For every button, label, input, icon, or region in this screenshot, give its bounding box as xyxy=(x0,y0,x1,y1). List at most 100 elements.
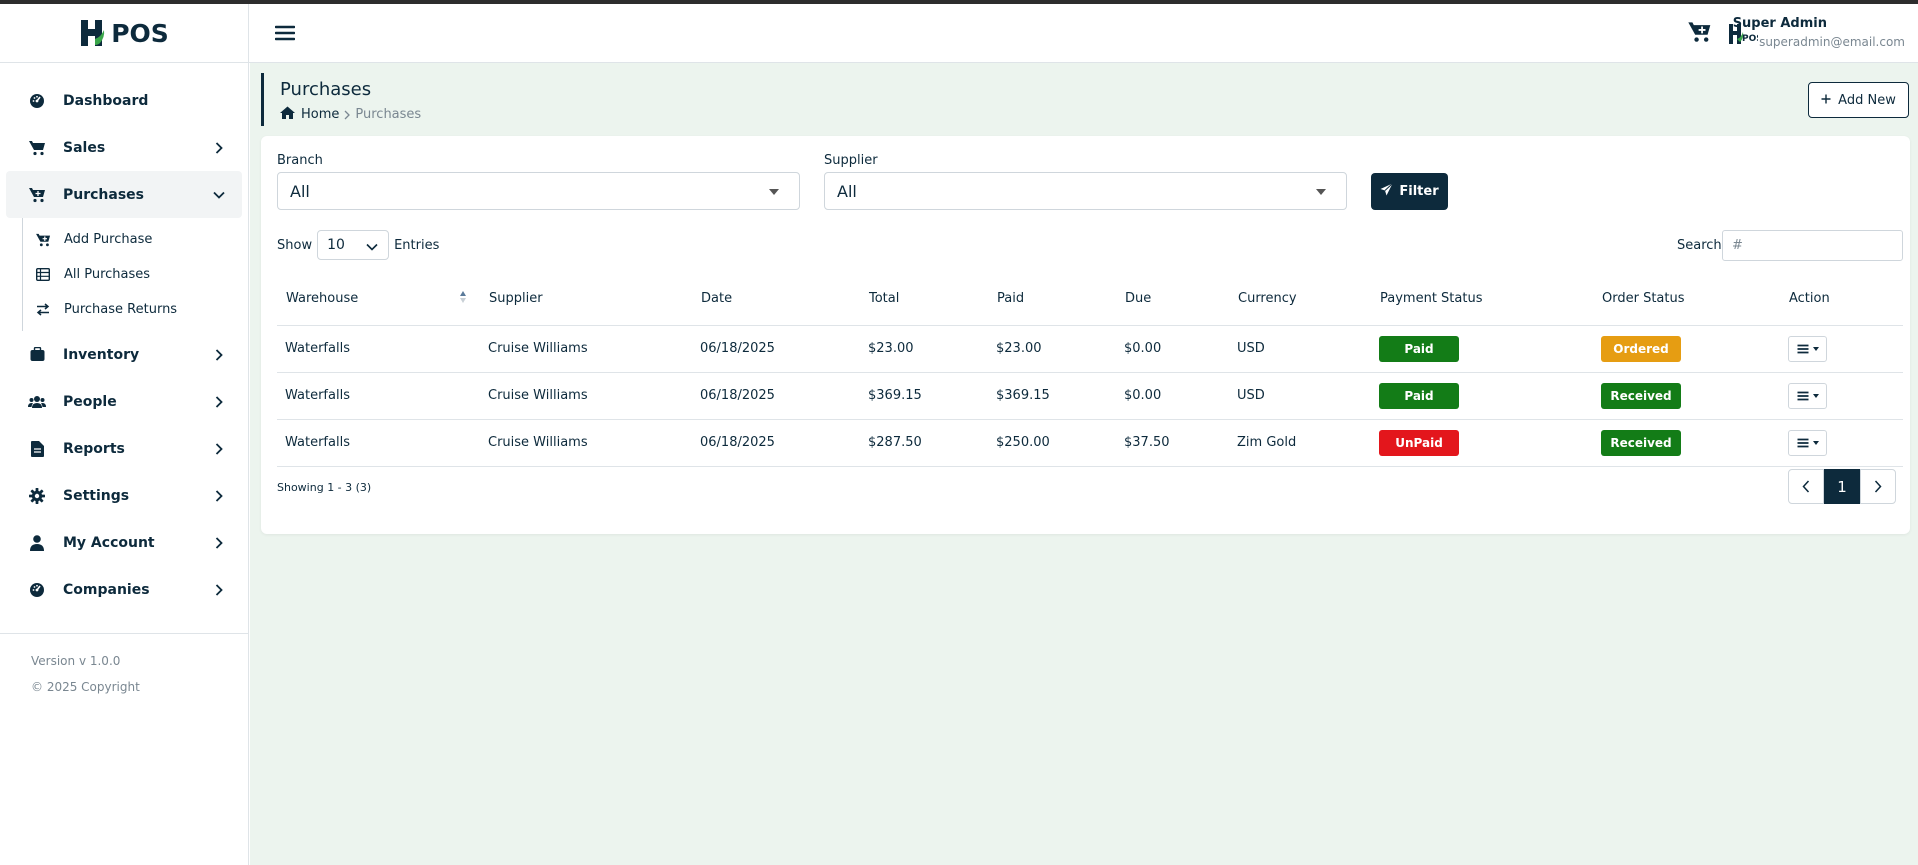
branch-select-value: All xyxy=(290,181,310,201)
cell-due: $0.00 xyxy=(1116,325,1229,373)
sidebar-item-label: Reports xyxy=(63,440,125,457)
column-header-label: Date xyxy=(701,291,733,307)
cell-order-status: Received xyxy=(1593,419,1780,467)
breadcrumb-home-link[interactable]: Home xyxy=(301,107,339,122)
sidebar-item-label: Purchases xyxy=(63,186,145,203)
sidebar-item-inventory[interactable]: Inventory xyxy=(0,331,248,378)
chevron-left-icon xyxy=(1802,480,1810,493)
dashboard-icon xyxy=(28,92,46,110)
caret-down-icon xyxy=(1812,440,1819,445)
column-header-supplier[interactable]: Supplier xyxy=(480,273,692,326)
cell-payment-status: Paid xyxy=(1371,372,1593,420)
exchange-icon xyxy=(35,302,51,318)
column-header-warehouse[interactable]: Warehouse xyxy=(277,273,480,326)
add-new-label: Add New xyxy=(1838,92,1896,108)
sidebar-item-label: People xyxy=(63,393,117,410)
sidebar-item-reports[interactable]: Reports xyxy=(0,425,248,472)
cell-due: $37.50 xyxy=(1116,419,1229,467)
column-header-order-status[interactable]: Order Status xyxy=(1593,273,1780,326)
column-header-total[interactable]: Total xyxy=(860,273,988,326)
menu-icon xyxy=(1797,391,1808,400)
menu-toggle-icon[interactable] xyxy=(274,22,296,44)
plus-icon xyxy=(1821,93,1831,108)
table-header-row: Warehouse Supplier Date Total Paid Due C… xyxy=(277,273,1903,326)
breadcrumb-chevron-icon xyxy=(344,110,351,120)
add-new-button[interactable]: Add New xyxy=(1808,82,1909,118)
column-header-payment-status[interactable]: Payment Status xyxy=(1371,273,1593,326)
entries-control: Show 10 Entries xyxy=(277,230,439,260)
pagination-next-button[interactable] xyxy=(1860,469,1896,504)
menu-icon xyxy=(1797,344,1808,353)
submenu-item-all-purchases[interactable]: All Purchases xyxy=(35,257,248,292)
search-input[interactable] xyxy=(1722,230,1903,261)
pagination: 1 xyxy=(1788,469,1896,504)
chevron-right-icon xyxy=(212,395,226,409)
main-content: Purchases Home Purchases Add New Branch … xyxy=(250,63,1918,865)
cell-action xyxy=(1780,419,1903,467)
entries-select[interactable]: 10 xyxy=(317,230,390,260)
pagination-prev-button[interactable] xyxy=(1788,469,1824,504)
branch-select[interactable]: All xyxy=(277,172,800,210)
purchases-submenu: Add Purchase All Purchases Purchase Retu… xyxy=(22,218,248,331)
column-header-label: Due xyxy=(1125,291,1152,307)
search-label: Search xyxy=(1677,238,1722,253)
row-action-button[interactable] xyxy=(1788,335,1827,362)
cell-total: $369.15 xyxy=(860,372,988,420)
companies-icon xyxy=(28,581,46,599)
sidebar-item-label: Companies xyxy=(63,581,150,598)
submenu-item-add-purchase[interactable]: Add Purchase xyxy=(35,222,248,257)
row-action-button[interactable] xyxy=(1788,382,1827,409)
supplier-select[interactable]: All xyxy=(824,172,1347,210)
pos-cart-icon[interactable] xyxy=(1688,21,1714,45)
sidebar-item-companies[interactable]: Companies xyxy=(0,566,248,613)
cell-warehouse: Waterfalls xyxy=(277,325,480,373)
sidebar-item-dashboard[interactable]: Dashboard xyxy=(0,77,248,124)
sidebar-item-people[interactable]: People xyxy=(0,378,248,425)
report-icon xyxy=(28,440,46,458)
column-header-date[interactable]: Date xyxy=(692,273,860,326)
cell-total: $23.00 xyxy=(860,325,988,373)
column-header-paid[interactable]: Paid xyxy=(988,273,1116,326)
purchases-card: Branch All Supplier All Filter Show 10 E xyxy=(261,136,1910,534)
sidebar-item-settings[interactable]: Settings xyxy=(0,472,248,519)
column-header-currency[interactable]: Currency xyxy=(1229,273,1371,326)
sidebar-item-label: Settings xyxy=(63,487,130,504)
copyright-text: © 2025 Copyright xyxy=(31,680,140,694)
chevron-right-icon xyxy=(212,583,226,597)
filter-button[interactable]: Filter xyxy=(1371,173,1448,210)
user-name[interactable]: Super Admin xyxy=(1733,16,1827,31)
user-email: superadmin@email.com xyxy=(1759,35,1905,49)
pagination-page-button[interactable]: 1 xyxy=(1824,469,1860,504)
cell-order-status: Received xyxy=(1593,372,1780,420)
sidebar-item-sales[interactable]: Sales xyxy=(0,124,248,171)
filter-button-label: Filter xyxy=(1399,184,1439,199)
chevron-right-icon xyxy=(212,489,226,503)
submenu-item-label: Add Purchase xyxy=(64,232,153,247)
logo-mark-icon xyxy=(79,17,109,49)
column-header-label: Currency xyxy=(1238,291,1297,307)
cell-payment-status: Paid xyxy=(1371,325,1593,373)
branch-label: Branch xyxy=(277,153,323,168)
cell-warehouse: Waterfalls xyxy=(277,372,480,420)
submenu-item-purchase-returns[interactable]: Purchase Returns xyxy=(35,292,248,327)
sidebar-item-my-account[interactable]: My Account xyxy=(0,519,248,566)
caret-down-icon xyxy=(1316,189,1326,195)
showing-entries-text: Showing 1 - 3 (3) xyxy=(277,481,372,494)
cell-supplier: Cruise Williams xyxy=(480,419,692,467)
brand-logo[interactable]: POS xyxy=(0,4,248,63)
row-action-button[interactable] xyxy=(1788,429,1827,456)
cell-supplier: Cruise Williams xyxy=(480,325,692,373)
cell-currency: Zim Gold xyxy=(1229,419,1371,467)
cell-payment-status: UnPaid xyxy=(1371,419,1593,467)
menu-icon xyxy=(1797,438,1808,447)
chevron-right-icon xyxy=(212,141,226,155)
cell-date: 06/18/2025 xyxy=(692,372,860,420)
breadcrumb: Home Purchases xyxy=(280,106,421,123)
payment-status-badge: UnPaid xyxy=(1379,429,1459,456)
cell-total: $287.50 xyxy=(860,419,988,467)
column-header-due[interactable]: Due xyxy=(1116,273,1229,326)
sidebar-item-purchases[interactable]: Purchases xyxy=(6,171,242,218)
show-label: Show xyxy=(277,237,313,253)
purchases-table: Warehouse Supplier Date Total Paid Due C… xyxy=(277,273,1903,467)
home-icon[interactable] xyxy=(280,106,295,123)
